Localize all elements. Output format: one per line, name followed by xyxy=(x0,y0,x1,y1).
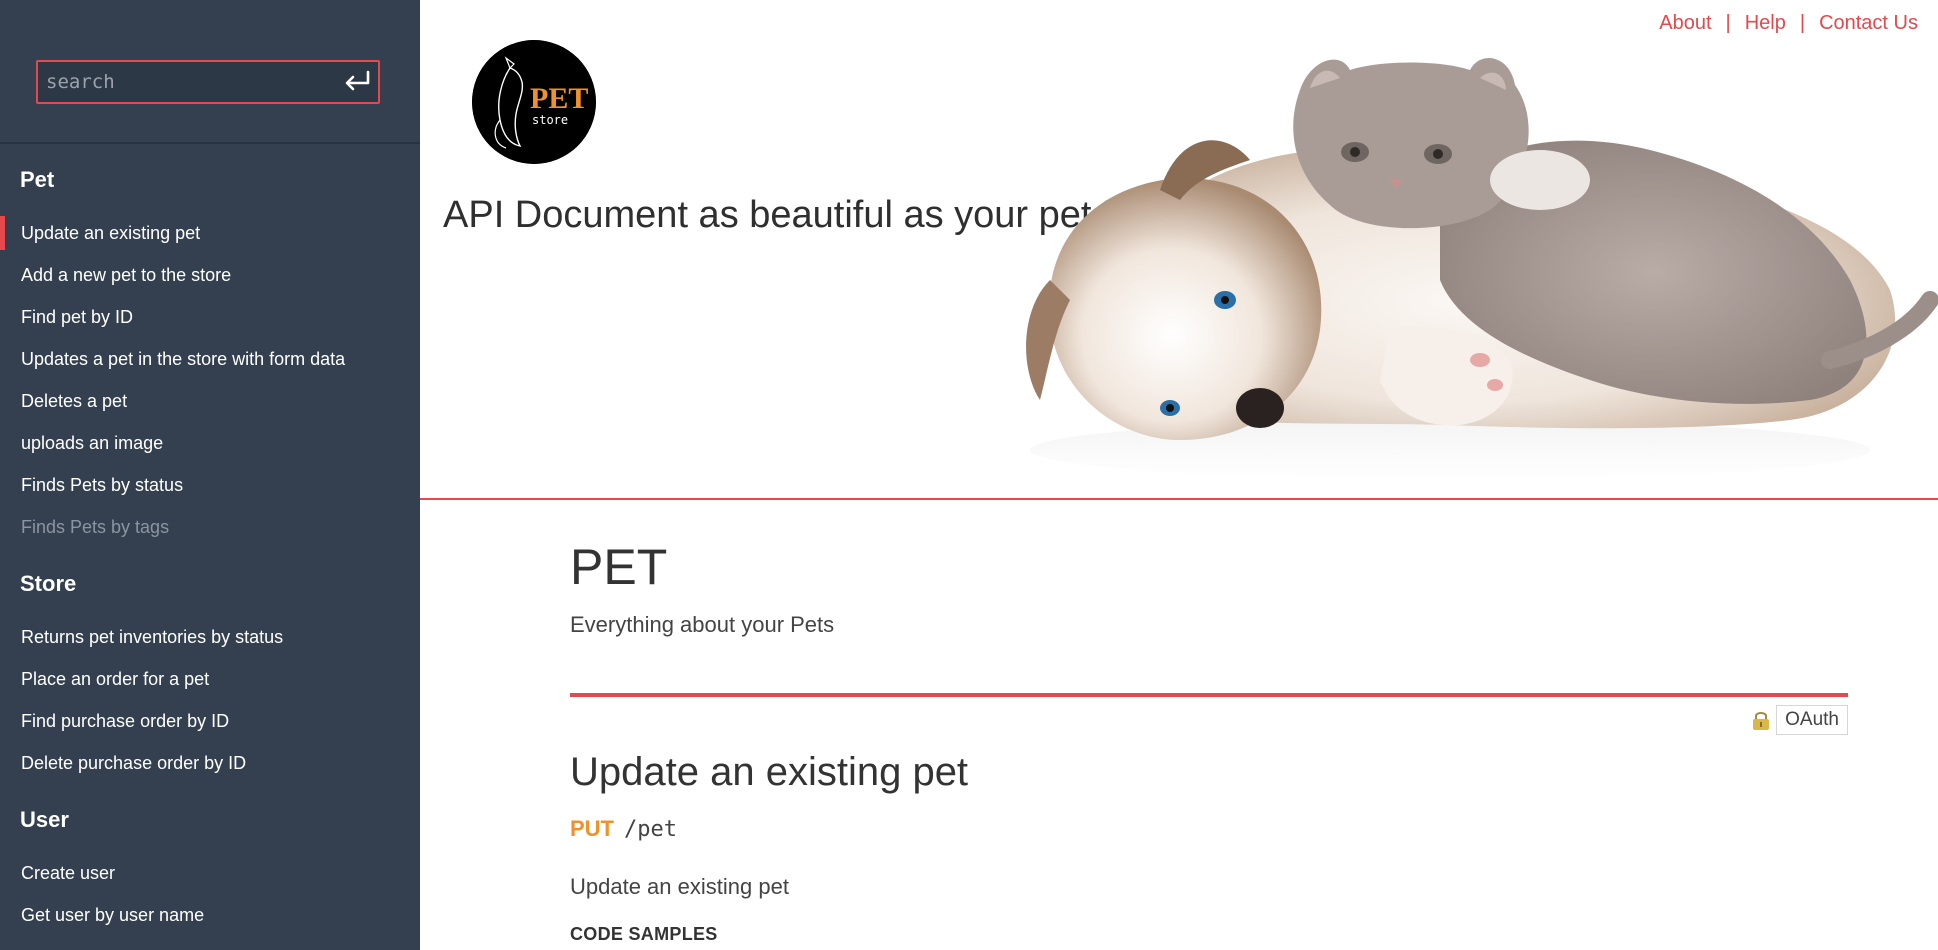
sidebar-item-inventory[interactable]: Returns pet inventories by status xyxy=(0,616,420,658)
logo-pet-text: PET xyxy=(530,82,588,115)
logo-store-text: store xyxy=(532,113,568,127)
sidebar-item-update-pet-form[interactable]: Updates a pet in the store with form dat… xyxy=(0,338,420,380)
puppy-and-kitten-image xyxy=(1026,58,1938,480)
nav-section-pet[interactable]: Pet xyxy=(0,162,420,198)
sidebar-item-find-order[interactable]: Find purchase order by ID xyxy=(0,700,420,742)
search-input[interactable] xyxy=(46,62,336,102)
section-description: Everything about your Pets xyxy=(570,612,835,637)
sidebar-item-add-new-pet[interactable]: Add a new pet to the store xyxy=(0,254,420,296)
endpoint-path: /pet xyxy=(624,817,677,842)
header-divider xyxy=(420,498,1938,500)
sidebar: Pet Update an existing pet Add a new pet… xyxy=(0,0,420,950)
nav-section-user[interactable]: User xyxy=(0,802,420,838)
sidebar-item-create-user[interactable]: Create user xyxy=(0,852,420,894)
sidebar-item-get-user[interactable]: Get user by user name xyxy=(0,894,420,936)
sidebar-item-find-pet-by-id[interactable]: Find pet by ID xyxy=(0,296,420,338)
search-box[interactable] xyxy=(36,60,380,104)
sidebar-nav: Pet Update an existing pet Add a new pet… xyxy=(0,144,420,936)
sidebar-item-place-order[interactable]: Place an order for a pet xyxy=(0,658,420,700)
lock-icon xyxy=(1753,712,1770,730)
sidebar-item-find-by-tags[interactable]: Finds Pets by tags xyxy=(0,506,420,548)
operation-endpoint: PUT/pet xyxy=(570,816,677,842)
oauth-label[interactable]: OAuth xyxy=(1776,705,1848,735)
sidebar-item-delete-pet[interactable]: Deletes a pet xyxy=(0,380,420,422)
sidebar-item-delete-order[interactable]: Delete purchase order by ID xyxy=(0,742,420,784)
http-method: PUT xyxy=(570,816,614,841)
pet-store-logo: PET store xyxy=(472,40,596,164)
code-samples-heading: CODE SAMPLES xyxy=(570,924,718,944)
sidebar-item-upload-image[interactable]: uploads an image xyxy=(0,422,420,464)
nav-section-store[interactable]: Store xyxy=(0,566,420,602)
section-title: PET xyxy=(570,539,668,595)
enter-arrow-icon[interactable] xyxy=(342,69,372,95)
sidebar-item-find-by-status[interactable]: Finds Pets by status xyxy=(0,464,420,506)
auth-badge[interactable]: OAuth xyxy=(1752,705,1848,735)
sidebar-item-update-existing-pet[interactable]: Update an existing pet xyxy=(0,212,420,254)
operation-description: Update an existing pet xyxy=(570,874,789,899)
section-divider xyxy=(570,693,1848,697)
operation-title: Update an existing pet xyxy=(570,750,969,794)
